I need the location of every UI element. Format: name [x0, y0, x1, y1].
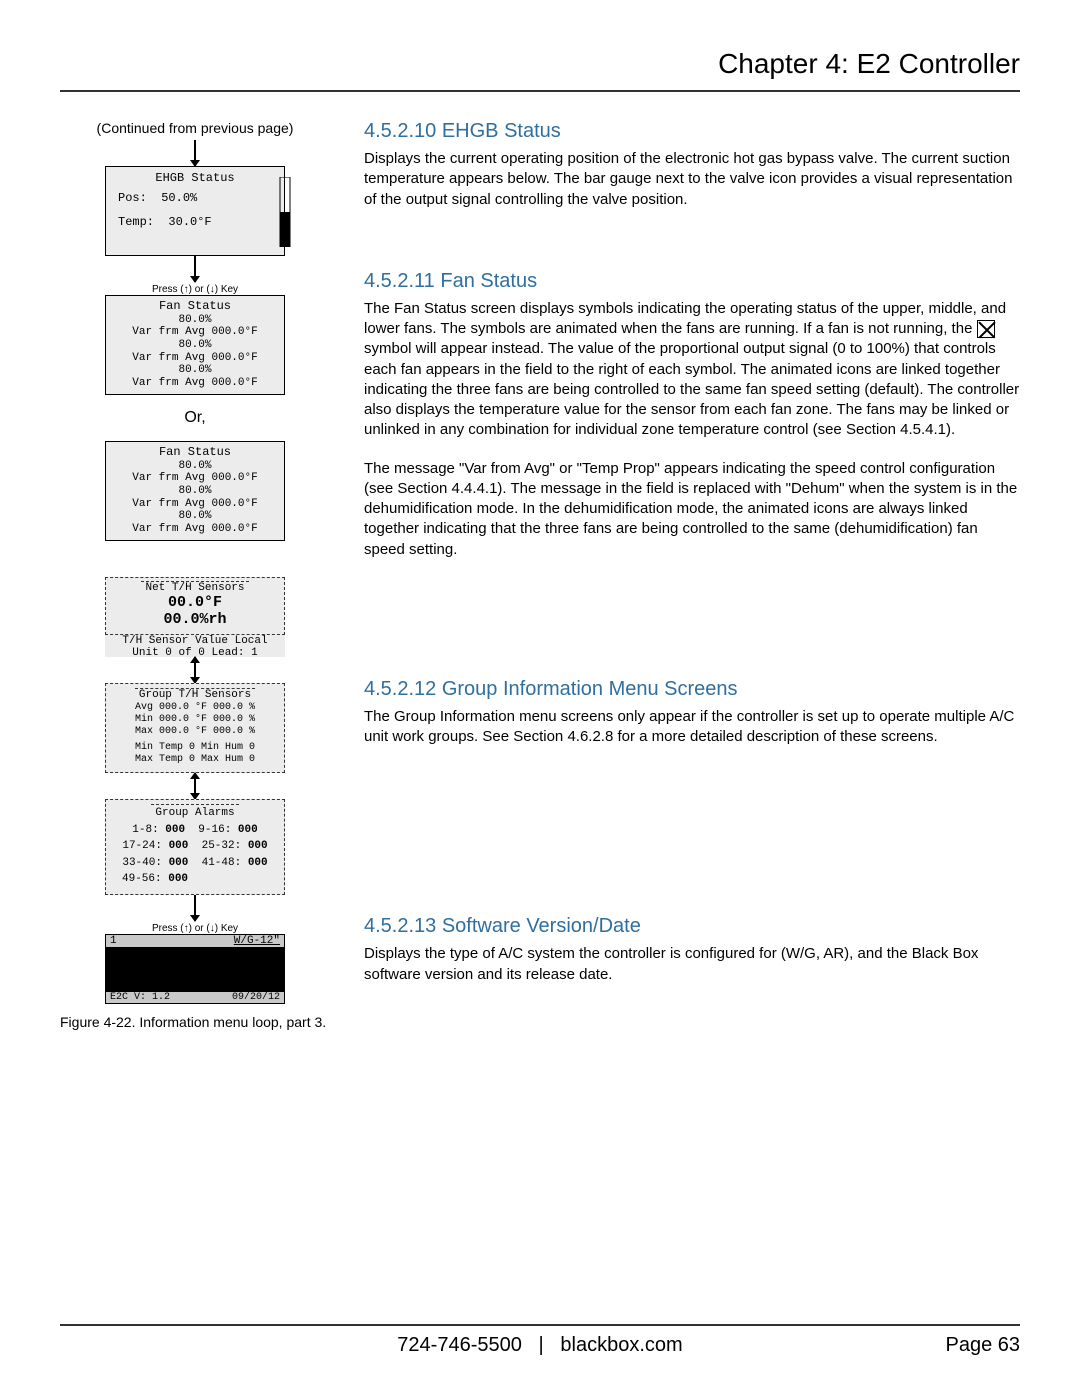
- divider-top: [60, 90, 1020, 92]
- lcd-ehgb: EHGB Status Pos: 50.0% Temp: 30.0°F: [105, 166, 285, 256]
- fan2-title: Fan Status: [112, 446, 278, 460]
- section-title-group: 4.5.2.12 Group Information Menu Screens: [364, 678, 1020, 701]
- ver-bot-right: 09/20/12: [232, 992, 280, 1003]
- group-r3: Max 000.0 °F 000.0 %: [112, 726, 278, 738]
- al-r3c: 41-48:: [202, 857, 242, 869]
- al-r3b: 000: [169, 857, 189, 869]
- group-r1: Avg 000.0 °F 000.0 %: [112, 702, 278, 714]
- al-r1a: 1-8:: [132, 824, 158, 836]
- group-r2: Min 000.0 °F 000.0 %: [112, 714, 278, 726]
- ehgb-pos-val: 50.0%: [161, 191, 197, 205]
- fan1-title: Fan Status: [112, 300, 278, 314]
- al-r1b: 000: [165, 824, 185, 836]
- fan2-l3a: 80.0%: [112, 510, 278, 523]
- fan1-l2b: Var frm Avg 000.0°F: [112, 352, 278, 365]
- or-label: Or,: [184, 409, 205, 427]
- fan1-l1a: 80.0%: [112, 314, 278, 327]
- arrow-down-icon: [194, 140, 196, 166]
- section-body-group: The Group Information menu screens only …: [364, 707, 1020, 748]
- fan2-l2a: 80.0%: [112, 485, 278, 498]
- fan1-l1b: Var frm Avg 000.0°F: [112, 326, 278, 339]
- lcd-net-th: Net T/H Sensors 00.0°F 00.0%rh: [105, 577, 285, 635]
- ehgb-title: EHGB Status: [112, 171, 278, 185]
- al-r3d: 000: [248, 857, 268, 869]
- section-title-version: 4.5.2.13 Software Version/Date: [364, 915, 1020, 938]
- fan1-l2a: 80.0%: [112, 339, 278, 352]
- al-r4b: 000: [168, 873, 188, 885]
- figure-caption: Figure 4-22. Information menu loop, part…: [60, 1014, 330, 1030]
- section-title-fan: 4.5.2.11 Fan Status: [364, 270, 1020, 293]
- footer-site: blackbox.com: [560, 1334, 682, 1356]
- al-r1c: 9-16:: [198, 824, 231, 836]
- fan2-l3b: Var frm Avg 000.0°F: [112, 523, 278, 536]
- al-r2c: 25-32:: [202, 840, 242, 852]
- group-r5: Max Temp 0 Max Hum 0: [112, 754, 278, 766]
- lcd-fan-1: Fan Status 80.0% Var frm Avg 000.0°F 80.…: [105, 295, 285, 395]
- footer-sep: |: [539, 1334, 544, 1356]
- lcd-version: 1 W/G-12" E2C V: 1.2 09/20/12: [105, 934, 285, 1004]
- bar-gauge-icon: [278, 177, 292, 247]
- lcd-group-th: Group T/H Sensors Avg 000.0 °F 000.0 % M…: [105, 683, 285, 773]
- section-body-fan-2: The message "Var from Avg" or "Temp Prop…: [364, 459, 1020, 560]
- ver-top-left: 1: [110, 935, 117, 947]
- lcd-group-alarms: Group Alarms 1-8: 000 9-16: 000 17-24: 0…: [105, 799, 285, 895]
- net-temp: 00.0°F: [112, 594, 278, 611]
- content-column: 4.5.2.10 EHGB Status Displays the curren…: [364, 120, 1020, 1030]
- alarms-title: Group Alarms: [151, 804, 238, 822]
- fan-stopped-icon: [977, 320, 995, 338]
- net-title: Net T/H Sensors: [141, 581, 248, 594]
- ehgb-pos-label: Pos:: [118, 191, 147, 205]
- section-title-ehgb: 4.5.2.10 EHGB Status: [364, 120, 1020, 143]
- press-key-label: Press (↑) or (↓) Key: [152, 284, 238, 295]
- al-r4a: 49-56:: [122, 873, 162, 885]
- group-r4: Min Temp 0 Min Hum 0: [112, 742, 278, 754]
- fan2-l2b: Var frm Avg 000.0°F: [112, 498, 278, 511]
- section-body-ehgb: Displays the current operating position …: [364, 149, 1020, 210]
- footer-phone: 724-746-5500: [397, 1334, 522, 1356]
- fan-body-1a: The Fan Status screen displays symbols i…: [364, 300, 1006, 337]
- arrow-updown-icon: [194, 773, 196, 799]
- fan2-l1a: 80.0%: [112, 460, 278, 473]
- ehgb-temp-label: Temp:: [118, 215, 154, 229]
- ehgb-temp-val: 30.0°F: [168, 215, 211, 229]
- fan2-l1b: Var frm Avg 000.0°F: [112, 472, 278, 485]
- al-r1d: 000: [238, 824, 258, 836]
- press-key-label: Press (↑) or (↓) Key: [152, 923, 238, 934]
- page-footer: 724-746-5500 | blackbox.com Page 63: [60, 1324, 1020, 1357]
- lcd-fan-2: Fan Status 80.0% Var frm Avg 000.0°F 80.…: [105, 441, 285, 541]
- section-body-fan-1: The Fan Status screen displays symbols i…: [364, 299, 1020, 441]
- al-r3a: 33-40:: [122, 857, 162, 869]
- continued-label: (Continued from previous page): [97, 120, 294, 136]
- ver-top-right: W/G-12": [234, 935, 280, 947]
- al-r2b: 000: [169, 840, 189, 852]
- lcd-local: T/H Sensor Value Local Unit 0 of 0 Lead:…: [105, 635, 285, 657]
- fan1-l3a: 80.0%: [112, 364, 278, 377]
- chapter-title: Chapter 4: E2 Controller: [60, 48, 1020, 80]
- ver-bot-left: E2C V: 1.2: [110, 992, 170, 1003]
- al-r2d: 000: [248, 840, 268, 852]
- local-l1: T/H Sensor Value Local: [111, 635, 279, 647]
- al-r2a: 17-24:: [122, 840, 162, 852]
- arrow-updown-icon: [194, 657, 196, 683]
- arrow-down-icon: [194, 256, 196, 282]
- divider-bottom: [60, 1324, 1020, 1326]
- fan-body-1b: symbol will appear instead. The value of…: [364, 340, 1019, 438]
- arrow-down-icon: [194, 895, 196, 921]
- diagram-column: (Continued from previous page) EHGB Stat…: [60, 120, 330, 1030]
- fan1-l3b: Var frm Avg 000.0°F: [112, 377, 278, 390]
- net-hum: 00.0%rh: [112, 611, 278, 628]
- section-body-version: Displays the type of A/C system the cont…: [364, 944, 1020, 985]
- group-title: Group T/H Sensors: [135, 688, 255, 702]
